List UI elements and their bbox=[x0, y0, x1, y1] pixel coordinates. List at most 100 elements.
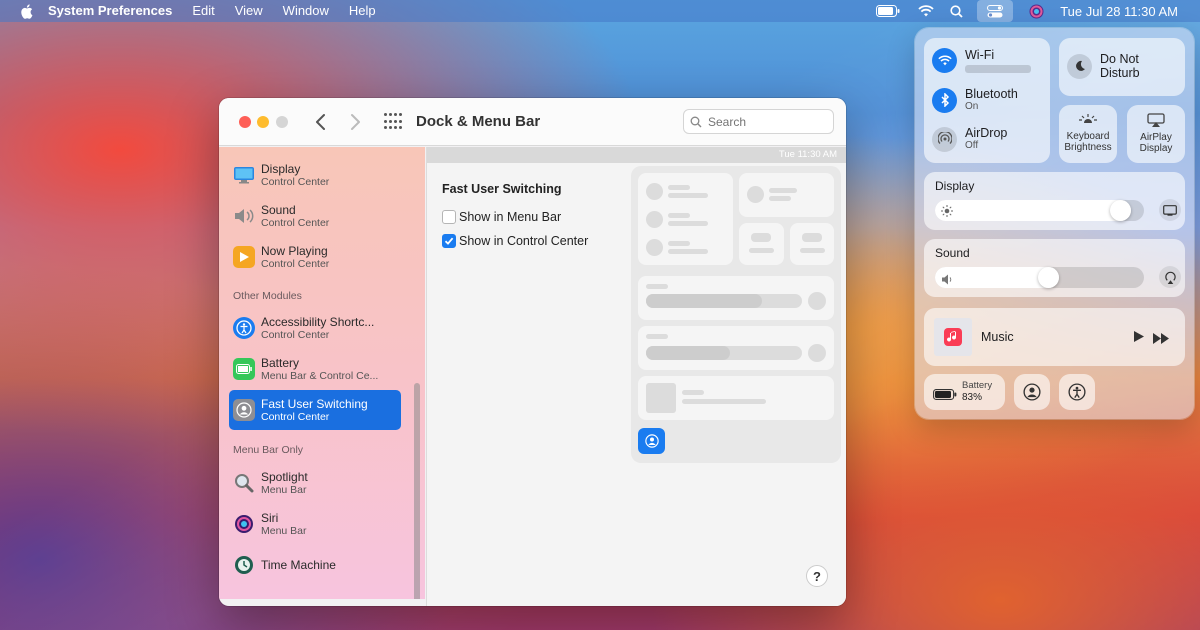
wifi-label: Wi-Fi bbox=[965, 48, 995, 62]
sidebar-item-title: Spotlight bbox=[261, 469, 308, 484]
show-in-control-center-checkbox[interactable]: Show in Control Center bbox=[442, 234, 588, 248]
bluetooth-toggle[interactable]: Bluetooth On bbox=[932, 87, 1018, 113]
sidebar-item-subtitle: Menu Bar bbox=[261, 483, 307, 496]
section-title: Fast User Switching bbox=[442, 182, 562, 196]
minimize-window-button[interactable] bbox=[257, 116, 269, 128]
sun-icon bbox=[941, 204, 953, 222]
play-icon[interactable] bbox=[1133, 330, 1145, 348]
menu-view[interactable]: View bbox=[235, 0, 263, 22]
back-chevron-icon[interactable] bbox=[312, 110, 330, 134]
spotlight-search-icon[interactable] bbox=[950, 0, 963, 22]
menu-help[interactable]: Help bbox=[349, 0, 376, 22]
menu-edit[interactable]: Edit bbox=[192, 0, 214, 22]
bluetooth-icon bbox=[932, 87, 957, 113]
search-input[interactable] bbox=[708, 114, 818, 129]
control-center-panel: Wi-Fi Bluetooth On AirDrop Off Do Not Di… bbox=[915, 28, 1194, 419]
sidebar-scrollbar[interactable] bbox=[414, 383, 420, 599]
checkbox-unchecked[interactable] bbox=[442, 210, 456, 224]
accessibility-shortcuts-tile[interactable] bbox=[1059, 374, 1095, 410]
bluetooth-status: On bbox=[965, 101, 979, 112]
wifi-status-icon[interactable] bbox=[918, 0, 934, 22]
battery-status-icon[interactable] bbox=[876, 0, 900, 22]
sidebar-item-spotlight[interactable]: Spotlight Menu Bar bbox=[229, 463, 401, 503]
sidebar-item-title: Fast User Switching bbox=[261, 396, 368, 411]
siri-icon[interactable] bbox=[1029, 0, 1044, 22]
sidebar-item-accessibility[interactable]: Accessibility Shortc... Control Center bbox=[229, 308, 401, 348]
sound-label: Sound bbox=[935, 246, 970, 260]
display-brightness-slider[interactable] bbox=[935, 200, 1144, 221]
apple-icon[interactable] bbox=[20, 3, 34, 19]
zoom-window-button[interactable] bbox=[276, 116, 288, 128]
display-slider-knob[interactable] bbox=[1110, 200, 1131, 221]
keyboard-brightness-tile[interactable]: Keyboard Brightness bbox=[1059, 105, 1117, 163]
sidebar-item-title: Time Machine bbox=[261, 558, 336, 572]
airplay-label-line1: AirPlay bbox=[1140, 132, 1172, 143]
close-window-button[interactable] bbox=[239, 116, 251, 128]
airplay-audio-icon[interactable] bbox=[1159, 266, 1181, 288]
sidebar-item-subtitle: Menu Bar bbox=[261, 524, 307, 537]
dnd-label-line1: Do Not bbox=[1100, 52, 1139, 66]
sidebar-item-time-machine[interactable]: Time Machine bbox=[229, 545, 401, 585]
battery-icon bbox=[933, 387, 957, 405]
battery-tile[interactable]: Battery 83% bbox=[924, 374, 1005, 410]
sidebar-item-title: Battery bbox=[261, 355, 300, 370]
sound-icon bbox=[233, 205, 255, 227]
sidebar-item-title: Siri bbox=[261, 510, 279, 525]
forward-chevron-icon[interactable] bbox=[346, 110, 364, 134]
sidebar: Display Control Center Sound Control Cente… bbox=[219, 147, 425, 599]
fast-user-switching-tile[interactable] bbox=[1014, 374, 1050, 410]
display-brightness-fill bbox=[935, 200, 1131, 221]
preview-airplay-tile bbox=[790, 223, 834, 265]
sidebar-item-title: Display bbox=[261, 161, 301, 176]
sidebar-item-title: Sound bbox=[261, 202, 296, 217]
checkbox-label: Show in Control Center bbox=[459, 234, 589, 248]
sidebar-item-fast-user-switching[interactable]: Fast User Switching Control Center bbox=[229, 390, 401, 430]
show-all-grid-icon[interactable] bbox=[384, 113, 402, 131]
preview-dnd-tile bbox=[739, 173, 834, 217]
checkbox-label: Show in Menu Bar bbox=[459, 210, 562, 224]
checkbox-checked[interactable] bbox=[442, 234, 456, 248]
help-button[interactable]: ? bbox=[806, 565, 828, 587]
volume-slider[interactable] bbox=[935, 267, 1144, 288]
sidebar-item-subtitle: Control Center bbox=[261, 410, 330, 423]
sidebar-item-now-playing[interactable]: Now Playing Control Center bbox=[229, 237, 401, 277]
preview-clock: Tue 11:30 AM bbox=[778, 149, 837, 160]
do-not-disturb-tile[interactable]: Do Not Disturb bbox=[1059, 38, 1185, 96]
sidebar-item-subtitle: Menu Bar & Control Ce... bbox=[261, 369, 379, 382]
now-playing-icon bbox=[233, 246, 255, 268]
section-header-other-modules: Other Modules bbox=[233, 290, 302, 302]
menu-bar-preview-strip: Tue 11:30 AM bbox=[427, 147, 846, 163]
display-tile: Display bbox=[924, 172, 1185, 230]
control-center-icon[interactable] bbox=[977, 0, 1014, 22]
airdrop-label: AirDrop bbox=[965, 126, 1008, 140]
wifi-network-name-blurred bbox=[965, 65, 1031, 73]
volume-slider-knob[interactable] bbox=[1038, 267, 1059, 288]
sidebar-item-subtitle: Control Center bbox=[261, 257, 330, 270]
keyboard-brightness-label-line1: Keyboard bbox=[1066, 131, 1110, 142]
window-title: Dock & Menu Bar bbox=[416, 113, 541, 130]
airdrop-icon bbox=[932, 126, 957, 152]
section-header-menu-bar-only: Menu Bar Only bbox=[233, 444, 304, 456]
menu-clock[interactable]: Tue Jul 28 11:30 AM bbox=[1060, 4, 1178, 19]
airplay-display-tile[interactable]: AirPlay Display bbox=[1127, 105, 1185, 163]
sidebar-item-battery[interactable]: Battery Menu Bar & Control Ce... bbox=[229, 349, 401, 389]
sidebar-item-sound[interactable]: Sound Control Center bbox=[229, 196, 401, 236]
window-toolbar: Dock & Menu Bar bbox=[219, 98, 846, 146]
sidebar-item-siri[interactable]: Siri Menu Bar bbox=[229, 504, 401, 544]
search-field[interactable] bbox=[683, 109, 834, 134]
airdrop-toggle[interactable]: AirDrop Off bbox=[932, 126, 1007, 152]
battery-label: Battery bbox=[962, 380, 993, 391]
fast-forward-icon[interactable] bbox=[1153, 331, 1170, 349]
menu-app-name[interactable]: System Preferences bbox=[48, 0, 172, 22]
music-label: Music bbox=[981, 330, 1014, 344]
airdrop-status: Off bbox=[965, 140, 979, 151]
display-settings-icon[interactable] bbox=[1159, 199, 1181, 221]
control-center-preview bbox=[631, 166, 841, 463]
display-label: Display bbox=[935, 179, 975, 193]
battery-percent: 83% bbox=[962, 392, 983, 403]
preview-fast-user-switching-button bbox=[638, 428, 665, 454]
show-in-menu-bar-checkbox[interactable]: Show in Menu Bar bbox=[442, 210, 561, 224]
menu-window[interactable]: Window bbox=[283, 0, 329, 22]
wifi-toggle[interactable]: Wi-Fi bbox=[932, 48, 1031, 73]
sidebar-item-display[interactable]: Display Control Center bbox=[229, 155, 401, 195]
